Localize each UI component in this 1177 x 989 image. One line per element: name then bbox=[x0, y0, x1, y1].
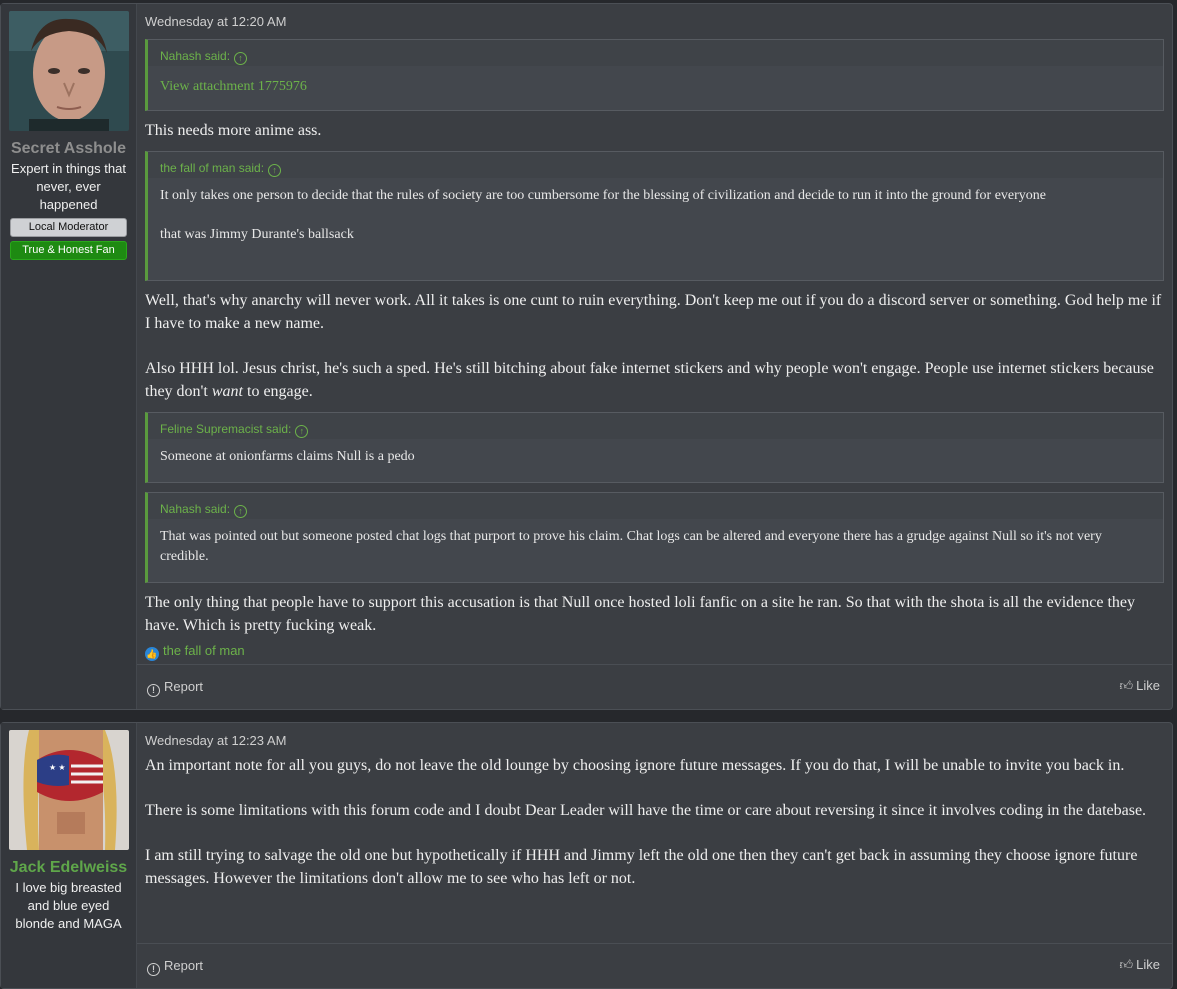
fan-badge: True & Honest Fan bbox=[10, 241, 127, 260]
post-footer: ! Report 👍︎ Like bbox=[137, 943, 1172, 988]
moderator-badge: Local Moderator bbox=[10, 218, 127, 237]
post-text: Also HHH lol. Jesus christ, he's such a … bbox=[145, 357, 1164, 403]
forum-post: ★ ★ Jack Edelweiss I love big breasted a… bbox=[0, 722, 1173, 989]
report-icon: ! bbox=[147, 963, 160, 976]
post-text: There is some limitations with this foru… bbox=[145, 802, 1147, 819]
svg-text:★ ★: ★ ★ bbox=[49, 763, 66, 772]
quote-block: Nahash said: ↑ View attachment 1775976 bbox=[145, 39, 1164, 111]
quote-author-label: the fall of man said: bbox=[160, 161, 265, 175]
like-reaction-icon: 👍 bbox=[145, 647, 159, 661]
forum-post: Secret Asshole Expert in things that nev… bbox=[0, 3, 1173, 710]
post-body: An important note for all you guys, do n… bbox=[145, 754, 1164, 890]
quote-block: Nahash said: ↑ That was pointed out but s… bbox=[145, 492, 1164, 583]
post-text: This needs more anime ass. bbox=[145, 122, 322, 139]
quote-author[interactable]: the fall of man said: ↑ bbox=[148, 152, 1163, 178]
quote-jump-icon[interactable]: ↑ bbox=[268, 164, 282, 177]
like-label: Like bbox=[1136, 678, 1160, 693]
user-title: Expert in things that never, ever happen… bbox=[11, 161, 126, 212]
avatar[interactable] bbox=[8, 11, 129, 131]
reactions-bar[interactable]: 👍 the fall of man bbox=[145, 643, 1164, 661]
post-main: Wednesday at 12:20 AM Nahash said: ↑ View… bbox=[137, 4, 1172, 709]
thumbs-up-icon: 👍︎ bbox=[1119, 678, 1134, 693]
user-title: I love big breasted and blue eyed blonde… bbox=[15, 880, 122, 931]
avatar[interactable]: ★ ★ bbox=[8, 730, 129, 850]
like-label: Like bbox=[1136, 957, 1160, 972]
username[interactable]: Secret Asshole bbox=[1, 140, 136, 158]
report-label: Report bbox=[164, 679, 204, 694]
report-label: Report bbox=[164, 958, 204, 973]
quote-jump-icon[interactable]: ↑ bbox=[234, 505, 248, 518]
like-button[interactable]: 👍︎ Like bbox=[1120, 957, 1160, 973]
user-panel: ★ ★ Jack Edelweiss I love big breasted a… bbox=[1, 723, 137, 988]
post-date[interactable]: Wednesday at 12:20 AM bbox=[145, 14, 1164, 32]
post-text: An important note for all you guys, do n… bbox=[145, 757, 1125, 774]
quote-text: Someone at onionfarms claims Null is a p… bbox=[160, 449, 415, 464]
reaction-user-link[interactable]: the fall of man bbox=[163, 643, 245, 658]
quote-text: that was Jimmy Durante's ballsack bbox=[160, 227, 354, 242]
post-main: Wednesday at 12:23 AM An important note … bbox=[137, 723, 1172, 988]
post-text: Well, that's why anarchy will never work… bbox=[145, 292, 1162, 332]
quote-block: the fall of man said: ↑ It only takes one… bbox=[145, 151, 1164, 281]
quote-content: Someone at onionfarms claims Null is a p… bbox=[148, 439, 1163, 475]
post-text: I am still trying to salvage the old one… bbox=[145, 847, 1138, 887]
quote-text: That was pointed out but someone posted … bbox=[160, 529, 1102, 564]
quote-author[interactable]: Nahash said: ↑ bbox=[148, 493, 1163, 519]
post-footer: ! Report 👍︎ Like bbox=[137, 664, 1172, 709]
report-button[interactable]: ! Report bbox=[147, 958, 203, 976]
quote-text: It only takes one person to decide that … bbox=[160, 188, 1047, 203]
post-body: Nahash said: ↑ View attachment 1775976 Th… bbox=[145, 39, 1164, 661]
report-button[interactable]: ! Report bbox=[147, 679, 203, 697]
quote-content: It only takes one person to decide that … bbox=[148, 178, 1163, 253]
quote-author-label: Nahash said: bbox=[160, 49, 231, 63]
user-panel: Secret Asshole Expert in things that nev… bbox=[1, 4, 137, 709]
username[interactable]: Jack Edelweiss bbox=[1, 859, 136, 877]
quote-author[interactable]: Feline Supremacist said: ↑ bbox=[148, 413, 1163, 439]
quote-author-label: Feline Supremacist said: bbox=[160, 422, 292, 436]
quote-jump-icon[interactable]: ↑ bbox=[295, 425, 309, 438]
thumbs-up-icon: 👍︎ bbox=[1119, 957, 1134, 972]
attachment-link[interactable]: View attachment 1775976 bbox=[160, 79, 307, 94]
quote-content: That was pointed out but someone posted … bbox=[148, 519, 1163, 575]
post-text-emphasis: want bbox=[211, 383, 243, 400]
like-button[interactable]: 👍︎ Like bbox=[1120, 678, 1160, 694]
post-text-part: to engage. bbox=[243, 383, 313, 400]
quote-jump-icon[interactable]: ↑ bbox=[234, 52, 248, 65]
quote-author[interactable]: Nahash said: ↑ bbox=[148, 40, 1163, 66]
quote-content: View attachment 1775976 bbox=[148, 66, 1163, 105]
quote-block: Feline Supremacist said: ↑ Someone at oni… bbox=[145, 412, 1164, 483]
quote-author-label: Nahash said: bbox=[160, 502, 231, 516]
post-date[interactable]: Wednesday at 12:23 AM bbox=[145, 733, 1164, 751]
report-icon: ! bbox=[147, 684, 160, 697]
post-text: The only thing that people have to suppo… bbox=[145, 594, 1135, 634]
